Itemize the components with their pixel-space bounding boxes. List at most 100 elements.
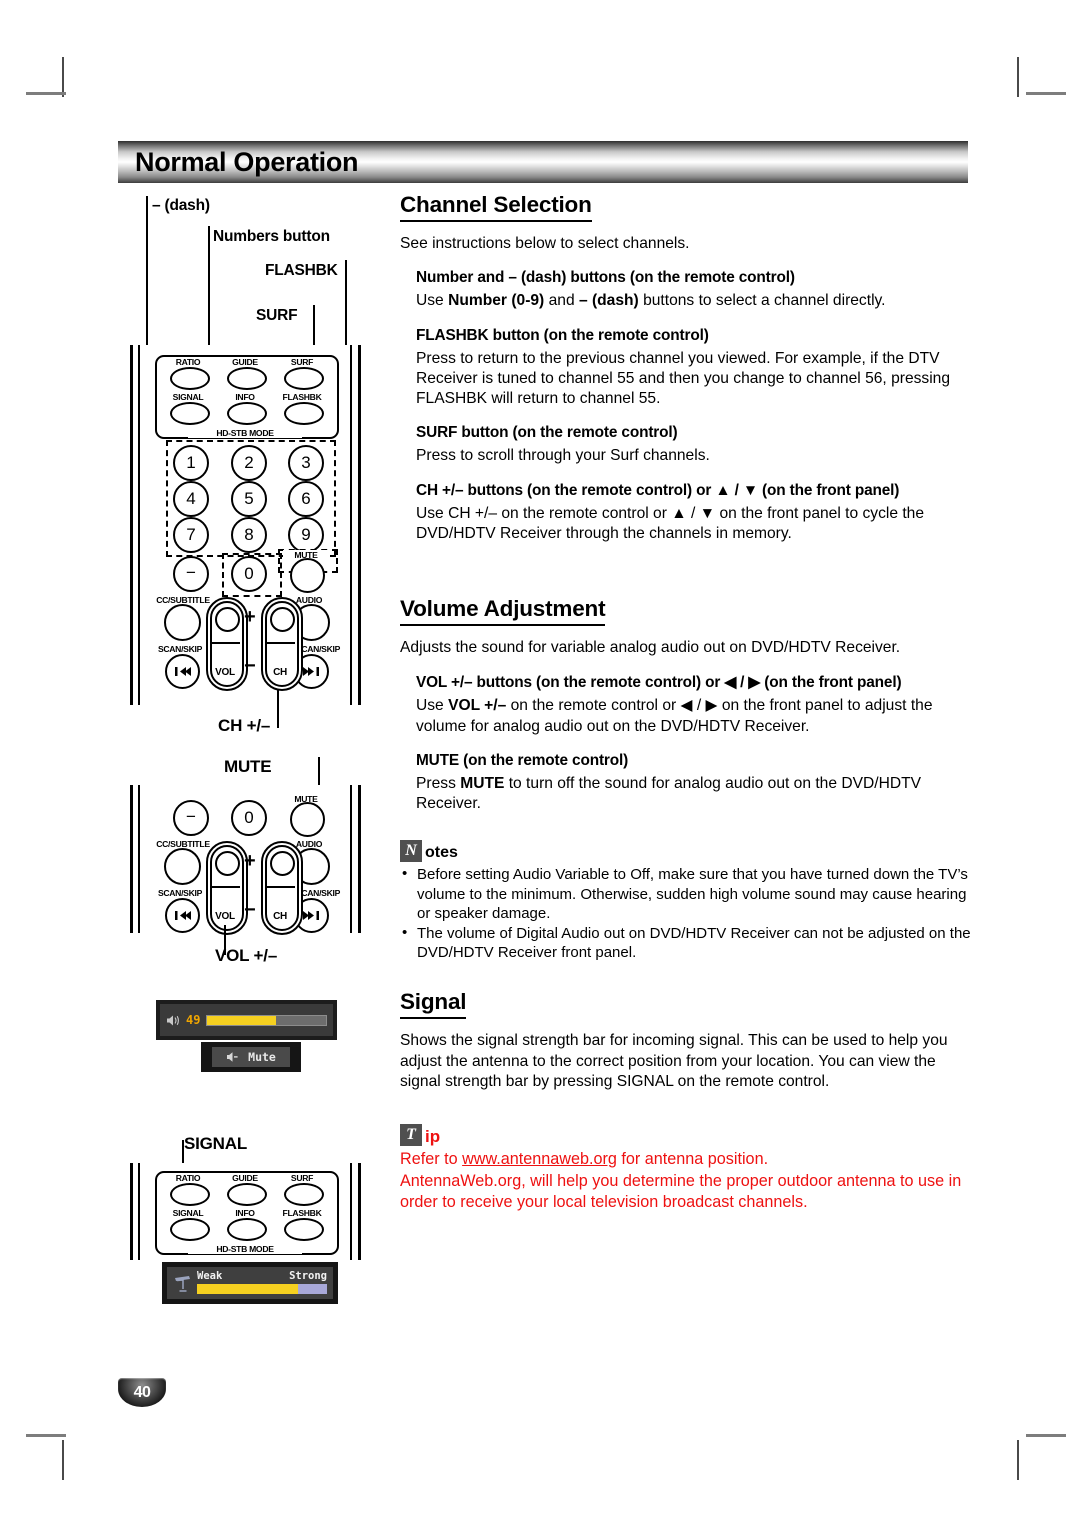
volume-item-vol-head: VOL +/– buttons (on the remote control) … (416, 674, 902, 692)
osd-signal-fill (197, 1284, 299, 1294)
rocker-minus-sign: − (244, 655, 256, 677)
leader-line-ch (277, 690, 279, 728)
osd-mute-indicator: Mute (201, 1042, 301, 1072)
surf-button[interactable] (284, 367, 324, 390)
button-label-guide: GUIDE (232, 357, 258, 367)
channel-selection-intro: See instructions below to select channel… (400, 235, 690, 252)
remote2-mute-button[interactable] (290, 802, 325, 837)
remote3-info-button[interactable] (227, 1218, 267, 1241)
number-button-0[interactable]: 0 (231, 556, 267, 592)
remote-right-rail-outer (358, 345, 361, 705)
number-button-2[interactable]: 2 (231, 445, 267, 481)
crop-mark-top-right-vertical (1017, 57, 1019, 97)
channel-item-flashbk: FLASHBK button (on the remote control) P… (416, 327, 975, 410)
remote3-button-label-info: INFO (235, 1208, 255, 1218)
ch-up-button[interactable] (270, 607, 295, 632)
osd-signal-labels: Weak Strong (197, 1270, 327, 1282)
number-button-5[interactable]: 5 (231, 481, 267, 517)
remote2-rocker-minus-sign: − (244, 899, 256, 921)
remote3-ratio-button[interactable] (170, 1183, 210, 1206)
remote-control-diagram-bottom: − 0 MUTE CC/SUBTITLE AUDIO SCAN/SKIP SCA… (130, 785, 362, 935)
osd-volume-inner: 49 (160, 1004, 333, 1036)
callout-dash: – (dash) (152, 197, 210, 214)
remote2-scan-skip-prev-button[interactable] (165, 898, 200, 933)
number-button-6[interactable]: 6 (288, 481, 324, 517)
tip-body: Refer to www.antennaweb.org for antenna … (400, 1149, 975, 1213)
channel-item-surf-head: SURF button (on the remote control) (416, 424, 678, 442)
tip-link-antennaweb[interactable]: www.antennaweb.org (462, 1150, 617, 1168)
osd-volume-fill (207, 1015, 277, 1025)
skip-previous-icon (175, 911, 191, 920)
skip-previous-icon (175, 667, 191, 676)
remote2-vol-up-button[interactable] (215, 851, 240, 876)
ratio-button[interactable] (170, 367, 210, 390)
remote2-cc-subtitle-button[interactable] (164, 848, 201, 885)
remote3-right-rail-inner (350, 1163, 352, 1260)
number-button-9[interactable]: 9 (288, 517, 324, 553)
volume-item-vol: VOL +/– buttons (on the remote control) … (416, 673, 975, 737)
tip-glyph-icon: T (400, 1124, 422, 1147)
speaker-icon-svg (167, 1015, 179, 1025)
osd-volume-value: 49 (186, 1013, 201, 1027)
speaker-mute-icon (227, 1052, 238, 1062)
notes-heading: N otes (400, 840, 975, 863)
crop-mark-bottom-right-vertical (1017, 1440, 1019, 1480)
callout-numbers-button: Numbers button (213, 228, 330, 245)
mute-button[interactable] (290, 558, 325, 593)
button-label-ratio: RATIO (175, 357, 201, 367)
channel-item-number-dash: Number and – (dash) buttons (on the remo… (416, 269, 975, 311)
info-button[interactable] (227, 402, 267, 425)
remote2-number-button-0[interactable]: 0 (231, 800, 267, 836)
osd-signal-track (197, 1284, 327, 1294)
remote2-ch-up-button[interactable] (270, 851, 295, 876)
channel-item-surf-body: Press to scroll through your Surf channe… (416, 447, 710, 465)
channel-item-number-dash-body: Use Number (0-9) and – (dash) buttons to… (416, 292, 886, 310)
remote2-rocker-plus-sign: + (244, 850, 256, 872)
remote3-button-label-surf: SURF (290, 1173, 314, 1183)
number-button-7[interactable]: 7 (173, 517, 209, 553)
page-number: 40 (133, 1383, 151, 1401)
callout-vol-plus-minus: VOL +/– (215, 946, 278, 965)
flashbk-button[interactable] (284, 402, 324, 425)
number-button-8[interactable]: 8 (231, 517, 267, 553)
ch-rocker-divider (265, 642, 295, 644)
scan-skip-prev-button[interactable] (165, 654, 200, 689)
hd-stb-mode-label: HD-STB MODE (188, 428, 302, 438)
vol-rocker-divider (210, 642, 240, 644)
remote3-button-label-ratio: RATIO (175, 1173, 201, 1183)
dash-button[interactable]: − (173, 556, 209, 592)
remote3-signal-button[interactable] (170, 1218, 210, 1241)
section-heading-volume-adjustment: Volume Adjustment (400, 596, 606, 627)
volume-item-mute: MUTE (on the remote control) Press MUTE … (416, 752, 975, 815)
number-button-4[interactable]: 4 (173, 481, 209, 517)
tip-line1-post: for antenna position. (616, 1150, 769, 1169)
remote2-dash-button[interactable]: − (173, 800, 209, 836)
remote3-surf-button[interactable] (284, 1183, 324, 1206)
remote2-left-rail-inner (138, 785, 140, 933)
channel-item-flashbk-head: FLASHBK button (on the remote control) (416, 326, 709, 344)
channel-item-ch: CH +/– buttons (on the remote control) o… (416, 482, 975, 545)
number-button-3[interactable]: 3 (288, 445, 324, 481)
signal-button[interactable] (170, 402, 210, 425)
volume-item-mute-head: MUTE (on the remote control) (416, 751, 629, 769)
remote3-hd-stb-mode-label: HD-STB MODE (188, 1244, 302, 1254)
remote2-vol-label: VOL (215, 911, 235, 922)
channel-item-ch-head: CH +/– buttons (on the remote control) o… (416, 481, 900, 499)
remote3-left-rail-inner (138, 1163, 140, 1260)
volume-item-mute-body: Press MUTE to turn off the sound for ana… (416, 774, 922, 813)
remote2-right-rail-outer (358, 785, 361, 933)
remote2-right-rail-inner (350, 785, 352, 933)
number-button-1[interactable]: 1 (173, 445, 209, 481)
remote3-flashbk-button[interactable] (284, 1218, 324, 1241)
crop-mark-top-right-horizontal (1026, 92, 1066, 95)
section-heading-signal: Signal (400, 989, 467, 1020)
remote3-guide-button[interactable] (227, 1183, 267, 1206)
osd-volume-track (206, 1014, 327, 1026)
vol-up-button[interactable] (215, 607, 240, 632)
channel-item-number-dash-head: Number and – (dash) buttons (on the remo… (416, 269, 795, 287)
remote2-left-rail-outer (130, 785, 133, 933)
guide-button[interactable] (227, 367, 267, 390)
remote-left-rail-outer (130, 345, 133, 705)
notes-heading-word: otes (425, 844, 458, 862)
cc-subtitle-button[interactable] (164, 604, 201, 641)
